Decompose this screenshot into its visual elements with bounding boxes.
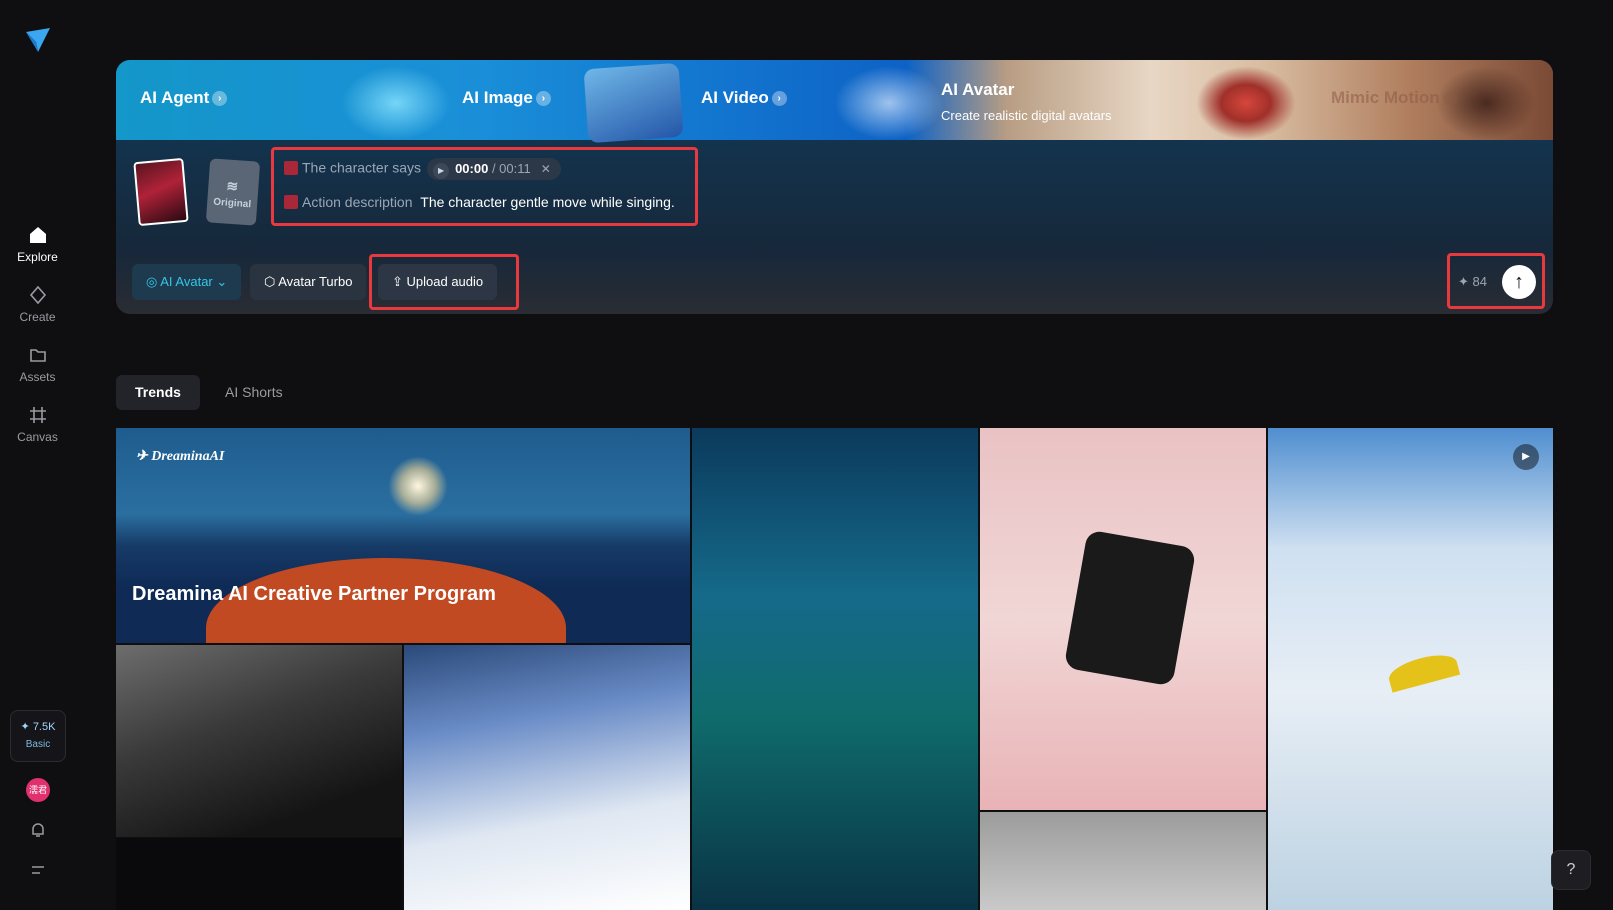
tab-ai-shorts[interactable]: AI Shorts (206, 375, 302, 410)
tab-ai-video[interactable]: AI Video › (701, 88, 787, 108)
chevron-right-icon: › (535, 91, 551, 107)
play-icon[interactable]: ▶ (433, 163, 450, 179)
tab-ai-image[interactable]: AI Image › (462, 88, 551, 108)
character-icon (284, 195, 298, 209)
menu-icon[interactable] (28, 860, 48, 880)
close-icon[interactable]: ✕ (541, 162, 551, 176)
star-icon: ✦ (20, 721, 33, 733)
chevron-down-icon: ⌄ (212, 274, 228, 289)
chevron-right-icon: › (212, 91, 228, 107)
feature-tabs: AI Agent › AI Image › AI Video › AI Avatar … (116, 60, 1553, 144)
gallery-card-bubbles[interactable] (116, 838, 402, 910)
tab-ai-agent[interactable]: AI Agent › (140, 88, 228, 108)
credits-amount: 7.5K (32, 721, 56, 733)
gallery-card-seagull[interactable] (980, 812, 1266, 910)
canvas-icon (29, 407, 46, 423)
chevron-right-icon: › (1442, 91, 1458, 107)
character-icon (284, 160, 298, 175)
paraglider-art (1385, 649, 1461, 693)
help-button[interactable]: ? (1551, 850, 1591, 890)
action-description-row[interactable]: Action description The character gentle … (284, 194, 675, 210)
audio-thumbnail[interactable]: ≋ Original (205, 158, 261, 226)
protein-jar-art (1063, 529, 1197, 687)
tab-label: AI Video (701, 88, 769, 107)
eye-icon: ◎ (146, 274, 161, 289)
mode-select-button[interactable]: ◎ AI Avatar ⌄ (132, 264, 242, 300)
audio-total-time: / 00:11 (491, 161, 531, 176)
avatar[interactable]: 濡君 (26, 778, 50, 802)
dreamina-logo-icon[interactable] (24, 26, 52, 54)
light-glow (388, 456, 448, 516)
tab-label: AI Image (462, 88, 533, 107)
audio-player[interactable]: ▶ 00:00 / 00:11 ✕ (427, 158, 561, 180)
sidebar-item-create[interactable]: Create (0, 284, 75, 324)
folder-icon (29, 349, 46, 362)
gallery-card-statue[interactable] (116, 645, 402, 837)
ai-image-art (583, 62, 684, 144)
bell-icon[interactable] (28, 820, 48, 840)
avatar-turbo-label: Avatar Turbo (278, 274, 353, 289)
generate-highlight (1447, 253, 1545, 309)
dreamina-logo-icon: ✈ (136, 449, 152, 464)
tab-trends[interactable]: Trends (116, 375, 200, 410)
character-says-label: The character says (302, 159, 422, 176)
banner-title: Dreamina AI Creative Partner Program (132, 583, 496, 605)
gallery-banner-card[interactable]: ✈ DreaminaAI Dreamina AI Creative Partne… (116, 428, 690, 643)
banner-brand-text: DreaminaAI (151, 449, 225, 464)
banner-brand: ✈ DreaminaAI (136, 448, 224, 465)
tab-label: Mimic Motion (1331, 88, 1440, 107)
chevron-right-icon: › (771, 91, 787, 107)
prompt-box: The character says ▶ 00:00 / 00:11 ✕ Action… (271, 147, 698, 226)
play-icon[interactable]: ▶ (1513, 444, 1539, 470)
action-description-label: Action description (302, 194, 413, 210)
question-icon: ? (1566, 861, 1576, 878)
cube-icon: ⬡ (264, 274, 279, 289)
sidebar-item-label: Explore (17, 250, 58, 264)
gallery-card-ice-canyon[interactable]: ▶ (1268, 428, 1553, 910)
tab-label: AI Agent (140, 88, 210, 107)
sidebar-item-explore[interactable]: Explore (0, 224, 75, 264)
ai-agent-art (341, 66, 451, 140)
sidebar-item-label: Canvas (17, 430, 58, 444)
sidebar: Explore Create Assets Canvas ✦ 7.5K Basi… (0, 0, 75, 910)
home-icon (29, 227, 46, 243)
avatar-image-thumbnail[interactable] (133, 157, 189, 227)
action-description-input[interactable]: The character gentle move while singing. (420, 194, 674, 210)
tab-ai-avatar-subtitle: Create realistic digital avatars (941, 108, 1112, 123)
avatar-turbo-button[interactable]: ⬡ Avatar Turbo (250, 264, 367, 300)
plan-tier: Basic (25, 739, 51, 750)
mode-select-label: AI Avatar (160, 274, 213, 289)
character-says-row: The character says ▶ 00:00 / 00:11 ✕ (284, 158, 561, 180)
gallery-card-protein[interactable] (980, 428, 1266, 810)
audio-thumbnail-label: Original (212, 196, 252, 211)
tab-mimic-motion[interactable]: Mimic Motion › (1331, 88, 1458, 108)
sidebar-item-label: Create (19, 310, 56, 324)
ai-avatar-art (1196, 66, 1296, 140)
credits-badge[interactable]: ✦ 7.5K Basic (10, 710, 66, 762)
gallery-card-polar-bear[interactable] (404, 645, 690, 910)
tab-label: AI Avatar (941, 80, 1015, 99)
waveform-icon: ≋ (225, 177, 239, 195)
tab-ai-avatar[interactable]: AI Avatar (941, 80, 1014, 100)
gallery-card-underwater-ruins[interactable] (692, 428, 978, 910)
generator-panel: AI Agent › AI Image › AI Video › AI Avatar … (116, 60, 1553, 314)
audio-current-time: 00:00 (455, 161, 489, 176)
upload-highlight (369, 254, 519, 310)
sparkle-icon (29, 285, 46, 305)
sidebar-item-label: Assets (19, 370, 56, 384)
sidebar-item-canvas[interactable]: Canvas (0, 404, 75, 444)
sidebar-item-assets[interactable]: Assets (0, 344, 75, 384)
ai-video-art (834, 66, 944, 140)
